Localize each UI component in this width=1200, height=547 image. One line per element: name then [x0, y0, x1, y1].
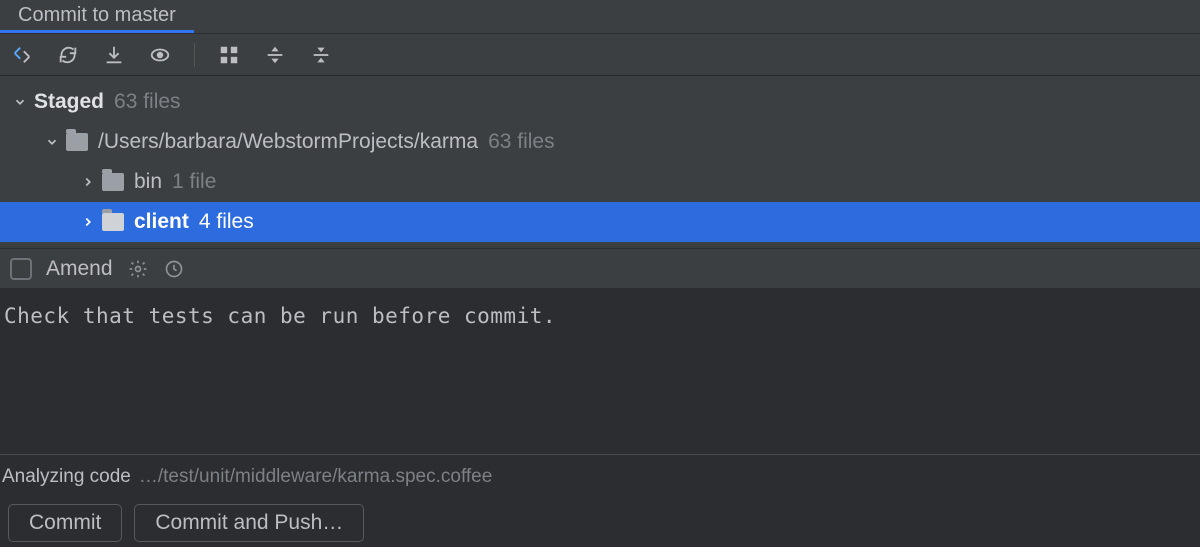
tree-item-count: 1 file	[172, 170, 216, 194]
tree-project-count: 63 files	[488, 130, 555, 154]
commit-message-text: Check that tests can be run before commi…	[4, 304, 556, 328]
status-bar: Analyzing code …/test/unit/middleware/ka…	[0, 455, 1200, 499]
chevron-down-icon	[42, 135, 62, 149]
tree-root-count: 63 files	[114, 90, 181, 114]
group-icon[interactable]	[217, 43, 241, 67]
commit-and-push-button[interactable]: Commit and Push…	[134, 504, 364, 542]
shelve-icon[interactable]	[102, 43, 126, 67]
tree-root-label: Staged	[34, 90, 104, 114]
changes-tree: Staged 63 files /Users/barbara/WebstormP…	[0, 76, 1200, 248]
tab-title: Commit to master	[18, 4, 176, 27]
chevron-right-icon	[78, 215, 98, 229]
chevron-down-icon	[10, 95, 30, 109]
tree-project-path: /Users/barbara/WebstormProjects/karma	[98, 130, 478, 154]
commit-message-input[interactable]: Check that tests can be run before commi…	[0, 288, 1200, 455]
toolbar	[0, 34, 1200, 76]
status-path: …/test/unit/middleware/karma.spec.coffee	[139, 466, 492, 488]
amend-checkbox[interactable]	[10, 258, 32, 280]
collapse-icon[interactable]	[309, 43, 333, 67]
gear-icon[interactable]	[127, 258, 149, 280]
expand-icon[interactable]	[263, 43, 287, 67]
folder-icon	[66, 133, 88, 151]
commit-button[interactable]: Commit	[8, 504, 122, 542]
tree-item-count: 4 files	[199, 210, 254, 234]
folder-icon	[102, 213, 124, 231]
tree-row-staged[interactable]: Staged 63 files	[0, 82, 1200, 122]
tree-item-label: client	[134, 210, 189, 234]
preview-icon[interactable]	[148, 43, 172, 67]
chevron-right-icon	[78, 175, 98, 189]
tree-item-label: bin	[134, 170, 162, 194]
folder-icon	[102, 173, 124, 191]
tree-row-client[interactable]: client 4 files	[0, 202, 1200, 242]
button-bar: Commit Commit and Push…	[0, 499, 1200, 547]
tab-bar: Commit to master	[0, 0, 1200, 34]
toolbar-separator	[194, 43, 195, 67]
tab-commit[interactable]: Commit to master	[0, 0, 194, 33]
refresh-icon[interactable]	[56, 43, 80, 67]
rollback-icon[interactable]	[10, 43, 34, 67]
amend-label: Amend	[46, 257, 113, 281]
amend-row: Amend	[0, 248, 1200, 288]
status-label: Analyzing code	[2, 466, 131, 488]
tree-row-bin[interactable]: bin 1 file	[0, 162, 1200, 202]
history-icon[interactable]	[163, 258, 185, 280]
tree-row-project[interactable]: /Users/barbara/WebstormProjects/karma 63…	[0, 122, 1200, 162]
